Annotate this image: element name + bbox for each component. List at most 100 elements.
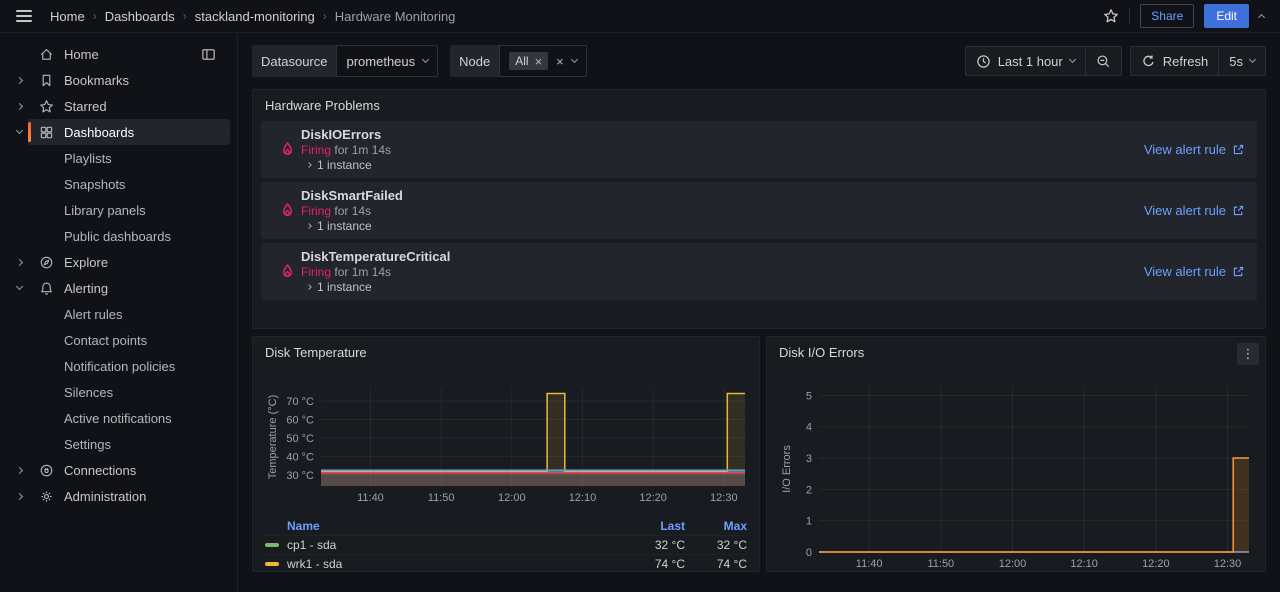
chevron-down-icon (571, 56, 578, 63)
chevron-right-icon[interactable] (15, 102, 22, 109)
clear-icon[interactable]: × (556, 55, 564, 68)
sidebar-item-alert-rules[interactable]: Alert rules (0, 301, 237, 327)
refresh-icon (1141, 54, 1156, 69)
sidebar-item-dashboards[interactable]: Dashboards (0, 119, 237, 145)
svg-text:1: 1 (806, 516, 812, 528)
external-link-icon (1232, 204, 1245, 217)
alert-name: DiskIOErrors (301, 127, 1144, 142)
disk-io-errors-chart[interactable]: 11:4011:5012:0012:1012:2012:30012345I/O … (779, 372, 1255, 572)
node-select[interactable]: All × × (499, 45, 587, 77)
alert-instances-toggle[interactable]: 1 instance (301, 158, 1144, 172)
chevron-down-icon (1069, 56, 1076, 63)
chevron-right-icon[interactable] (15, 76, 22, 83)
breadcrumb-home[interactable]: Home (50, 9, 85, 24)
sidebar-item-bookmarks[interactable]: Bookmarks (0, 67, 237, 93)
sidebar-item-label: Connections (64, 463, 136, 478)
zoom-out-button[interactable] (1085, 47, 1121, 75)
close-icon[interactable]: × (535, 55, 543, 68)
bell-icon (39, 281, 54, 296)
sidebar-item-label: Notification policies (64, 359, 175, 374)
sidebar-item-explore[interactable]: Explore (0, 249, 237, 275)
chevron-right-icon[interactable] (15, 466, 22, 473)
panel-title: Hardware Problems (253, 90, 1265, 121)
share-button[interactable]: Share (1140, 4, 1194, 28)
chevron-right-icon (306, 223, 312, 229)
alert-name: DiskTemperatureCritical (301, 249, 1144, 264)
svg-text:I/O Errors: I/O Errors (781, 445, 793, 493)
chevron-down-icon[interactable] (15, 127, 22, 134)
sidebar-item-playlists[interactable]: Playlists (0, 145, 237, 171)
chevron-right-icon[interactable] (15, 492, 22, 499)
menu-icon[interactable] (16, 10, 32, 22)
time-range-picker[interactable]: Last 1 hour (966, 47, 1085, 75)
sidebar-item-alerting[interactable]: Alerting (0, 275, 237, 301)
series-label[interactable]: cp1 - sda (287, 538, 336, 552)
home-icon (39, 47, 54, 62)
external-link-icon (1232, 143, 1245, 156)
flame-icon (273, 263, 301, 280)
sidebar-item-label: Bookmarks (64, 73, 129, 88)
chevron-right-icon[interactable] (15, 258, 22, 265)
svg-text:12:30: 12:30 (710, 492, 738, 504)
sidebar-item-contact-points[interactable]: Contact points (0, 327, 237, 353)
sidebar-nav: Home Bookmarks StarredDashboards Playlists S… (0, 33, 238, 592)
bookmark-icon (39, 73, 54, 88)
sidebar-item-starred[interactable]: Starred (0, 93, 237, 119)
datasource-select[interactable]: prometheus (336, 45, 438, 77)
svg-text:11:40: 11:40 (357, 492, 384, 504)
refresh-button[interactable]: Refresh (1131, 47, 1219, 75)
svg-text:30 °C: 30 °C (286, 470, 314, 482)
view-alert-rule-link[interactable]: View alert rule (1144, 203, 1245, 218)
apps-icon (39, 125, 54, 140)
panel-menu-icon[interactable]: ⋮ (1237, 343, 1259, 365)
datasource-label: Datasource (252, 45, 336, 77)
sidebar-item-public-dashboards[interactable]: Public dashboards (0, 223, 237, 249)
panel-title: Disk I/O Errors (767, 337, 1265, 368)
svg-text:Temperature (°C): Temperature (°C) (267, 395, 279, 479)
alert-row: DiskIOErrors Firing for 1m 14s 1 instanc… (261, 121, 1257, 178)
sidebar-item-silences[interactable]: Silences (0, 379, 237, 405)
refresh-interval-select[interactable]: 5s (1218, 47, 1265, 75)
sidebar-item-library-panels[interactable]: Library panels (0, 197, 237, 223)
dock-menu-icon[interactable] (201, 47, 216, 62)
breadcrumb-dashboards[interactable]: Dashboards (105, 9, 175, 24)
compass-icon (39, 255, 54, 270)
series-last: 74 °C (623, 557, 685, 571)
flame-icon (273, 141, 301, 158)
clock-icon (976, 54, 991, 69)
view-alert-rule-link[interactable]: View alert rule (1144, 264, 1245, 279)
svg-text:50 °C: 50 °C (286, 433, 314, 445)
divider (1129, 8, 1130, 24)
series-label[interactable]: wrk1 - sda (287, 557, 342, 571)
legend-col-last[interactable]: Last (623, 519, 685, 533)
svg-text:12:10: 12:10 (569, 492, 597, 504)
alert-instances-toggle[interactable]: 1 instance (301, 219, 1144, 233)
legend-header: Name Last Max (265, 516, 747, 535)
edit-button[interactable]: Edit (1204, 4, 1249, 28)
sidebar-item-settings[interactable]: Settings (0, 431, 237, 457)
sidebar-item-snapshots[interactable]: Snapshots (0, 171, 237, 197)
chart-legend: Name Last Max cp1 - sda 32 °C 32 °C wrk1… (265, 516, 747, 572)
sidebar-item-label: Playlists (64, 151, 112, 166)
svg-text:5: 5 (806, 390, 812, 402)
star-icon[interactable] (1103, 8, 1119, 24)
sidebar-item-active-notifications[interactable]: Active notifications (0, 405, 237, 431)
svg-text:12:00: 12:00 (498, 492, 526, 504)
sidebar-item-connections[interactable]: Connections (0, 457, 237, 483)
svg-text:11:50: 11:50 (927, 558, 954, 570)
view-alert-rule-link[interactable]: View alert rule (1144, 142, 1245, 157)
breadcrumb-folder[interactable]: stackland-monitoring (195, 9, 315, 24)
node-filter: Node All × × (450, 45, 587, 77)
legend-col-max[interactable]: Max (685, 519, 747, 533)
svg-text:12:10: 12:10 (1070, 558, 1098, 570)
chevron-down-icon[interactable] (15, 283, 22, 290)
flame-icon (273, 202, 301, 219)
node-chip-all[interactable]: All × (509, 52, 548, 70)
legend-row: cp1 - sda 32 °C 32 °C (265, 535, 747, 554)
sidebar-item-administration[interactable]: Administration (0, 483, 237, 509)
alert-instances-toggle[interactable]: 1 instance (301, 280, 1144, 294)
disk-temperature-chart[interactable]: 11:4011:5012:0012:1012:2012:3030 °C40 °C… (265, 376, 749, 514)
chevron-up-icon[interactable] (1258, 14, 1265, 21)
sidebar-item-notification-policies[interactable]: Notification policies (0, 353, 237, 379)
sidebar-item-home[interactable]: Home (0, 41, 237, 67)
